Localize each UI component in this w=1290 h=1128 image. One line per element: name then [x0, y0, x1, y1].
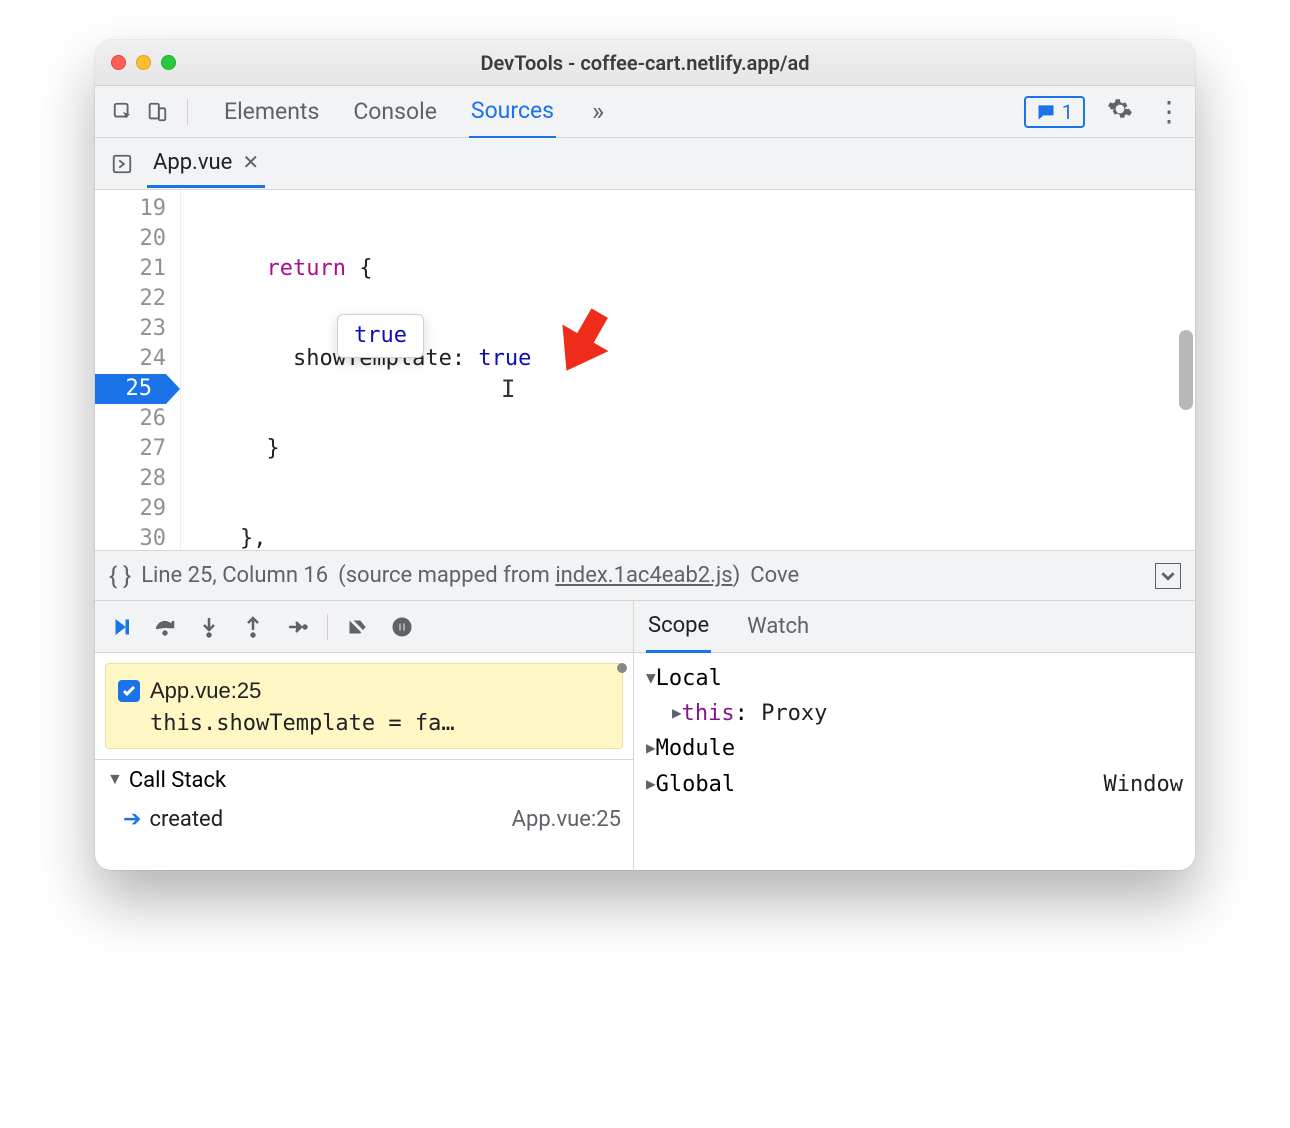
issues-count: 1	[1062, 100, 1073, 124]
traffic-lights	[111, 55, 176, 70]
tab-watch[interactable]: Watch	[745, 602, 811, 651]
status-dropdown-icon[interactable]	[1155, 563, 1181, 589]
line-number-gutter[interactable]: 19 20 21 22 23 24 25 26 27 28 29 30	[95, 190, 181, 550]
cursor-position: Line 25, Column 16	[141, 563, 328, 588]
step-icon[interactable]	[283, 613, 311, 641]
debugger-right-pane: Scope Watch ▼Local ▶this: Proxy ▶Module …	[634, 601, 1195, 870]
stack-frame-function: created	[149, 807, 223, 832]
maximize-window-button[interactable]	[161, 55, 176, 70]
tab-console[interactable]: Console	[351, 86, 439, 137]
line-number[interactable]: 21	[95, 254, 166, 284]
line-number[interactable]: 19	[95, 194, 166, 224]
line-number[interactable]: 29	[95, 494, 166, 524]
issues-button[interactable]: 1	[1024, 96, 1085, 128]
breakpoint-enabled-checkbox[interactable]	[118, 680, 140, 702]
scope-tree: ▼Local ▶this: Proxy ▶Module ▶GlobalWindo…	[634, 653, 1195, 810]
debugger-left-pane: App.vue:25 this.showTemplate = fa… ▼ Cal…	[95, 601, 634, 870]
line-number[interactable]: 27	[95, 434, 166, 464]
disclosure-triangle-icon: ▼	[107, 769, 123, 789]
vertical-scrollbar[interactable]	[1179, 330, 1193, 410]
line-number[interactable]: 23	[95, 314, 166, 344]
scope-local[interactable]: ▼Local	[646, 661, 1183, 696]
current-frame-icon: ➔	[123, 807, 141, 832]
more-options-icon[interactable]: ⋮	[1155, 95, 1181, 128]
scope-global[interactable]: ▶GlobalWindow	[646, 767, 1183, 802]
step-into-icon[interactable]	[195, 613, 223, 641]
coverage-label: Cove	[750, 563, 799, 588]
annotation-arrow-icon	[431, 262, 632, 426]
debugger-bottom: App.vue:25 this.showTemplate = fa… ▼ Cal…	[95, 600, 1195, 870]
line-number[interactable]: 22	[95, 284, 166, 314]
minimize-window-button[interactable]	[136, 55, 151, 70]
source-mapped-link[interactable]: index.1ac4eab2.js	[555, 563, 732, 588]
pause-on-exceptions-icon[interactable]	[388, 613, 416, 641]
devtools-window: DevTools - coffee-cart.netlify.app/ad El…	[95, 40, 1195, 870]
stack-frame-location: App.vue:25	[512, 807, 621, 832]
line-number[interactable]: 24	[95, 344, 166, 374]
tab-elements[interactable]: Elements	[222, 86, 321, 137]
tab-sources[interactable]: Sources	[469, 85, 556, 139]
code-content[interactable]: return { showTemplate: true } }, cre { i…	[181, 190, 1195, 550]
step-out-icon[interactable]	[239, 613, 267, 641]
value-tooltip: true	[337, 314, 424, 358]
panel-toolbar: Elements Console Sources » 1 ⋮	[95, 86, 1195, 138]
breakpoint-line-number[interactable]: 25	[95, 374, 166, 404]
paused-breakpoint-card: App.vue:25 this.showTemplate = fa…	[105, 663, 623, 749]
close-tab-icon[interactable]: ✕	[242, 150, 259, 174]
pretty-print-icon[interactable]: { }	[109, 562, 131, 590]
line-number[interactable]: 20	[95, 224, 166, 254]
resume-icon[interactable]	[107, 613, 135, 641]
window-title: DevTools - coffee-cart.netlify.app/ad	[95, 51, 1195, 75]
more-tabs-icon[interactable]: »	[586, 97, 610, 127]
debugger-toolbar	[95, 601, 633, 653]
code-editor: 19 20 21 22 23 24 25 26 27 28 29 30 retu…	[95, 190, 1195, 550]
close-window-button[interactable]	[111, 55, 126, 70]
scroll-thumb[interactable]	[617, 663, 627, 673]
navigator-toggle-icon[interactable]	[107, 149, 137, 179]
toolbar-separator	[327, 614, 328, 640]
inspect-element-icon[interactable]	[109, 98, 137, 126]
chat-icon	[1036, 102, 1056, 122]
breakpoint-snippet: this.showTemplate = fa…	[118, 707, 610, 740]
toolbar-separator	[187, 99, 188, 125]
tab-scope[interactable]: Scope	[646, 601, 711, 653]
deactivate-breakpoints-icon[interactable]	[344, 613, 372, 641]
scope-this[interactable]: ▶this: Proxy	[646, 696, 1183, 731]
window-titlebar: DevTools - coffee-cart.netlify.app/ad	[95, 40, 1195, 86]
file-tab-app-vue[interactable]: App.vue ✕	[147, 140, 265, 188]
line-number[interactable]: 28	[95, 464, 166, 494]
editor-tab-bar: App.vue ✕	[95, 138, 1195, 190]
panel-tab-strip: Elements Console Sources »	[222, 85, 1012, 139]
line-number[interactable]: 30	[95, 524, 166, 550]
call-stack-header[interactable]: ▼ Call Stack	[95, 759, 633, 801]
step-over-icon[interactable]	[151, 613, 179, 641]
scope-watch-tabs: Scope Watch	[634, 601, 1195, 653]
breakpoint-location[interactable]: App.vue:25	[150, 674, 261, 707]
file-tab-name: App.vue	[153, 150, 232, 175]
line-number[interactable]: 26	[95, 404, 166, 434]
source-mapped-label: (source mapped from index.1ac4eab2.js)	[338, 563, 740, 588]
device-toolbar-icon[interactable]	[143, 98, 171, 126]
settings-icon[interactable]	[1107, 96, 1133, 128]
call-stack-frame[interactable]: ➔ created App.vue:25	[95, 801, 633, 832]
scope-module[interactable]: ▶Module	[646, 731, 1183, 766]
editor-status-bar: { } Line 25, Column 16 (source mapped fr…	[95, 550, 1195, 600]
